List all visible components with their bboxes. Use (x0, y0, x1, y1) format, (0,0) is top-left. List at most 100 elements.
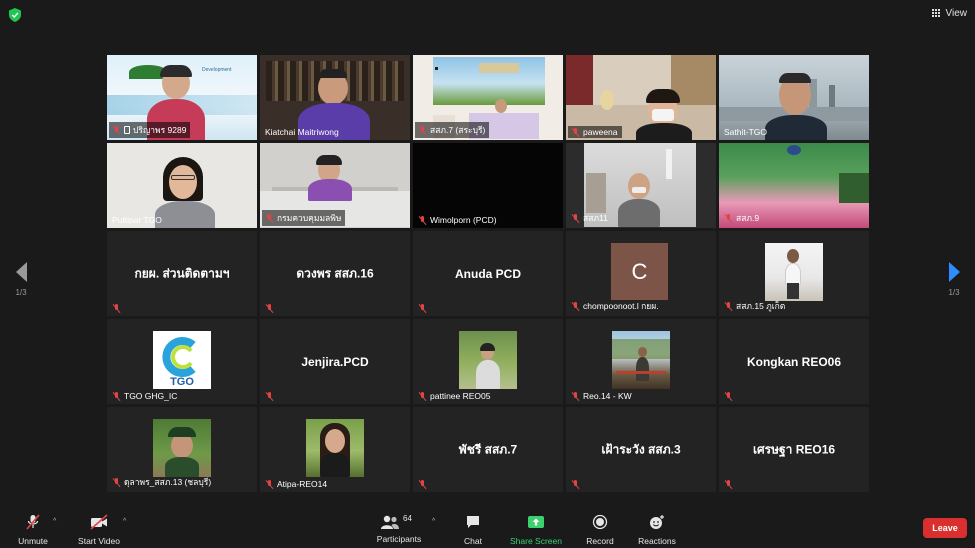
video-options-chevron-up-icon[interactable]: ^ (123, 518, 126, 525)
participant-tile[interactable]: pattinee REO05 (413, 319, 563, 404)
participant-name: สสภ.15 ภูเก็ต (736, 301, 786, 311)
participant-tile[interactable]: Reo.14 - KW (566, 319, 716, 404)
participant-tile[interactable]: Puttipar TGO (107, 143, 257, 228)
participant-tile[interactable]: Kongkan REO06 (719, 319, 869, 404)
muted-mic-icon (265, 479, 274, 489)
muted-mic-icon (112, 477, 121, 487)
tgo-logo: TGO (153, 331, 211, 389)
view-button[interactable]: View (931, 8, 968, 19)
chat-button[interactable]: Chat (458, 514, 488, 546)
participant-name-label (721, 391, 737, 402)
record-button[interactable]: Record (584, 514, 616, 546)
encryption-shield-icon[interactable] (9, 8, 21, 22)
participant-tile-active-speaker[interactable]: Kiatchai Maitriwong (260, 55, 410, 140)
participant-tile[interactable]: เศรษฐา REO16 (719, 407, 869, 492)
muted-mic-icon (418, 215, 427, 225)
participant-tile[interactable]: TGO TGO GHG_IC (107, 319, 257, 404)
participant-name: Kiatchai Maitriwong (265, 127, 339, 137)
participant-name-label: ดุลาพร_สสภ.13 (ชลบุรี) (109, 474, 215, 490)
participant-name-label: Wimolporn (PCD) (415, 214, 501, 226)
participant-name: paweena (583, 127, 618, 137)
participant-tile[interactable]: Anuda PCD (413, 231, 563, 316)
leave-button[interactable]: Leave (923, 518, 967, 538)
participant-tile[interactable]: paweena (566, 55, 716, 140)
participant-name-label (415, 479, 431, 490)
participant-display-name: เฝ้าระวัง สสภ.3 (601, 442, 681, 456)
muted-mic-icon (418, 304, 427, 313)
participant-tile[interactable]: สสภ.7 (สระบุรี) (413, 55, 563, 140)
muted-mic-icon (571, 301, 580, 311)
participant-display-name: Jenjira.PCD (301, 354, 369, 369)
participant-name: Puttipar TGO (112, 215, 162, 225)
participant-name-label: pattinee REO05 (415, 390, 494, 402)
participant-name: สสภ.7 (สระบุรี) (430, 125, 486, 135)
participant-tile[interactable]: Sathit-TGO (719, 55, 869, 140)
participant-name-label: Reo.14 - KW (568, 390, 636, 402)
next-page-button[interactable]: 1/3 (939, 262, 969, 297)
participant-name-label (721, 479, 737, 490)
participants-button[interactable]: 64 Participants (372, 514, 426, 544)
participant-tile[interactable]: สสภ.9 (719, 143, 869, 228)
participant-name: pattinee REO05 (430, 391, 491, 401)
participant-tile[interactable]: Jenjira.PCD (260, 319, 410, 404)
participant-name-label (568, 479, 584, 490)
profile-picture (306, 419, 364, 477)
muted-mic-icon (724, 392, 733, 401)
participant-display-name: พัชรี สสภ.7 (458, 442, 518, 456)
share-screen-icon (528, 516, 544, 528)
participants-icon: 64 (379, 514, 419, 530)
participant-name-label: สสภ.15 ภูเก็ต (721, 298, 789, 314)
participant-name-label: TGO GHG_IC (109, 390, 181, 402)
participant-tile[interactable]: สสภ.15 ภูเก็ต (719, 231, 869, 316)
participant-name-label: ปริญาพร 9289 (109, 122, 191, 138)
participant-name: TGO GHG_IC (124, 391, 178, 401)
participant-name: ดุลาพร_สสภ.13 (ชลบุรี) (124, 477, 212, 487)
svg-text:TGO: TGO (170, 376, 194, 388)
muted-mic-icon (418, 391, 427, 401)
participant-name-label (109, 303, 125, 314)
participant-tile[interactable]: Atipa-REO14 (260, 407, 410, 492)
participant-tile[interactable]: Wimolporn (PCD) (413, 143, 563, 228)
participants-label: Participants (376, 534, 422, 544)
participant-name-label: paweena (568, 126, 622, 138)
muted-mic-icon (112, 391, 121, 401)
participant-tile[interactable]: กยผ. ส่วนติดตามฯ (107, 231, 257, 316)
participant-name: Reo.14 - KW (583, 391, 632, 401)
participant-name-label: สสภ11 (568, 210, 612, 226)
participant-display-name: เศรษฐา REO16 (752, 442, 836, 456)
start-video-button[interactable]: Start Video (74, 514, 124, 546)
participant-tile[interactable]: สสภ11 (566, 143, 716, 228)
avatar: C (611, 243, 668, 300)
participant-name: ปริญาพร 9289 (133, 125, 187, 135)
participant-name-label: Atipa-REO14 (262, 478, 331, 490)
participant-name-label: Sathit-TGO (721, 126, 771, 138)
profile-picture (459, 331, 517, 389)
participant-tile[interactable]: กรมควบคุมมลพิษ (260, 143, 410, 228)
participant-tile[interactable]: Development ปริญาพร 9289 (107, 55, 257, 140)
muted-mic-icon (265, 392, 274, 401)
arrow-right-icon (948, 262, 960, 282)
participant-tile[interactable]: ดุลาพร_สสภ.13 (ชลบุรี) (107, 407, 257, 492)
audio-options-chevron-up-icon[interactable]: ^ (53, 518, 56, 525)
grid-view-icon (931, 8, 942, 19)
participants-options-chevron-up-icon[interactable]: ^ (432, 518, 435, 525)
participant-name: Atipa-REO14 (277, 479, 328, 489)
muted-mic-icon (418, 125, 427, 135)
muted-mic-icon (265, 213, 274, 223)
muted-mic-icon (265, 304, 274, 313)
gallery-view: Development ปริญาพร 9289 Kiatchai Maitri… (107, 55, 869, 492)
view-label: View (945, 8, 968, 19)
participant-name-label: สสภ.7 (สระบุรี) (415, 122, 490, 138)
share-screen-button[interactable]: Share Screen (508, 514, 564, 546)
participant-tile[interactable]: ดวงพร สสภ.16 (260, 231, 410, 316)
pin-icon (124, 126, 130, 134)
participant-tile[interactable]: พัชรี สสภ.7 (413, 407, 563, 492)
record-label: Record (586, 536, 614, 546)
unmute-button[interactable]: Unmute (14, 514, 52, 546)
participant-tile[interactable]: C chompoonoot.l กยผ. (566, 231, 716, 316)
profile-picture (153, 419, 211, 477)
muted-mic-icon (571, 127, 580, 137)
reactions-button[interactable]: Reactions (636, 514, 678, 546)
previous-page-button[interactable]: 1/3 (6, 262, 36, 297)
participant-tile[interactable]: เฝ้าระวัง สสภ.3 (566, 407, 716, 492)
